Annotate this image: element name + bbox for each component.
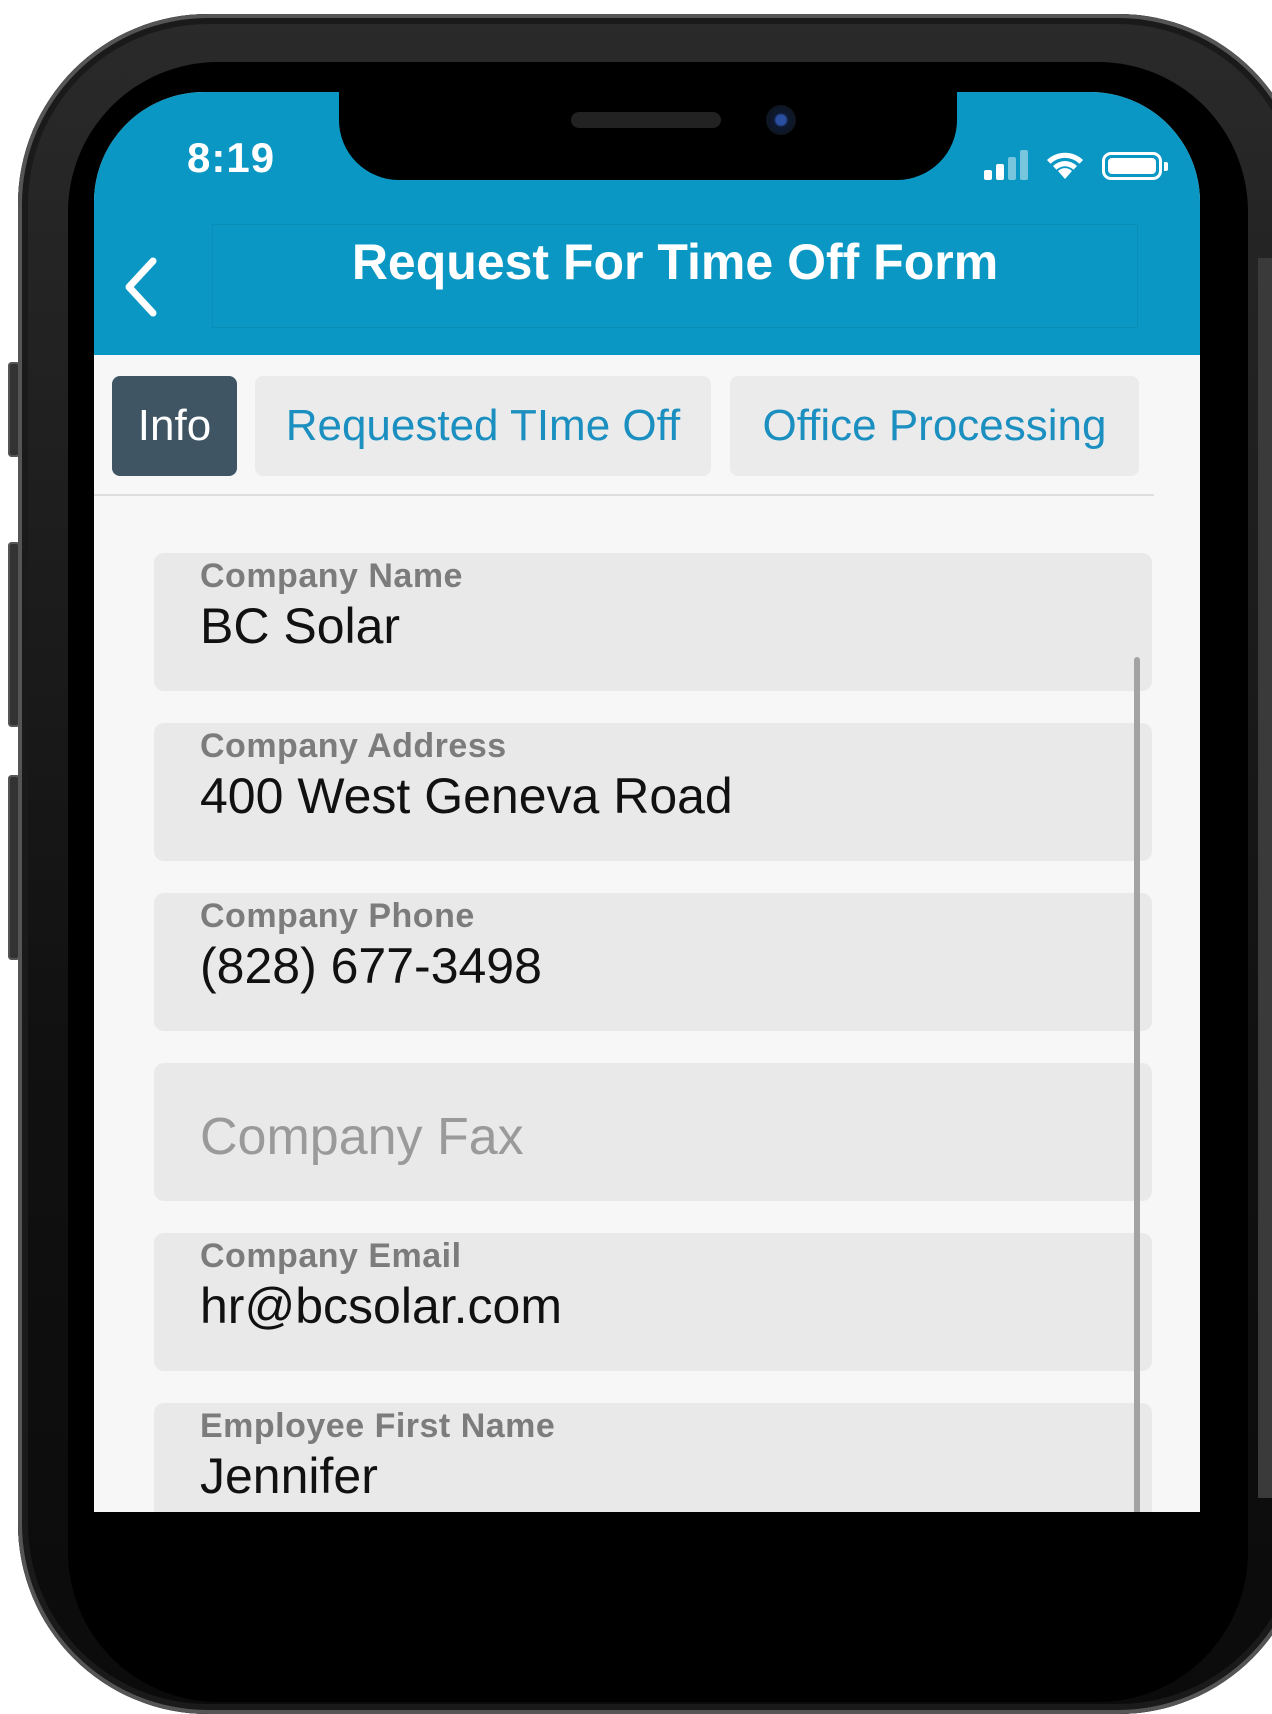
battery-icon [1102, 152, 1168, 180]
company-address-field[interactable]: Company Address 400 West Geneva Road [154, 723, 1152, 861]
wifi-icon [1047, 152, 1083, 179]
field-value: BC Solar [200, 598, 401, 654]
company-fax-field[interactable]: Company Fax [154, 1063, 1152, 1201]
field-value: (828) 677-3498 [200, 938, 542, 994]
notch [339, 92, 957, 180]
volume-up-button [8, 542, 20, 727]
status-time: 8:19 [187, 134, 276, 181]
field-placeholder: Company Fax [200, 1108, 524, 1166]
field-label: Company Address [200, 727, 507, 765]
page-title: Request For Time Off Form [351, 234, 999, 290]
front-camera [766, 105, 796, 135]
page-title-container: Request For Time Off Form [212, 224, 1138, 328]
tab-requested-time-off[interactable]: Requested TIme Off [255, 376, 711, 476]
field-value: Jennifer [200, 1448, 378, 1504]
signal-icon [984, 150, 1028, 180]
field-value: hr@bcsolar.com [200, 1278, 562, 1334]
phone-side-edge [1258, 258, 1272, 1498]
chevron-left-icon [125, 257, 157, 317]
employee-first-name-field[interactable]: Employee First Name Jennifer [154, 1403, 1152, 1512]
company-phone-field[interactable]: Company Phone (828) 677-3498 [154, 893, 1152, 1031]
field-value: 400 West Geneva Road [200, 768, 733, 824]
volume-down-button [8, 775, 20, 960]
company-name-field[interactable]: Company Name BC Solar [154, 553, 1152, 691]
field-label: Company Phone [200, 897, 475, 935]
field-label: Employee First Name [200, 1407, 556, 1445]
tab-divider [94, 494, 1154, 496]
status-icons [984, 144, 1168, 180]
scrollbar[interactable] [1134, 657, 1140, 1512]
company-email-field[interactable]: Company Email hr@bcsolar.com [154, 1233, 1152, 1371]
field-label: Company Email [200, 1237, 462, 1275]
tab-office-processing[interactable]: Office Processing [730, 376, 1139, 476]
header-bar: 8:19 Request For Time Off Form [94, 92, 1200, 355]
app-screen: 8:19 Request For Time Off Form Info Requ… [94, 92, 1200, 1512]
back-button[interactable] [116, 252, 166, 322]
speaker-grille [571, 112, 721, 128]
mute-switch [8, 362, 20, 457]
field-label: Company Name [200, 557, 463, 595]
tab-info[interactable]: Info [112, 376, 237, 476]
